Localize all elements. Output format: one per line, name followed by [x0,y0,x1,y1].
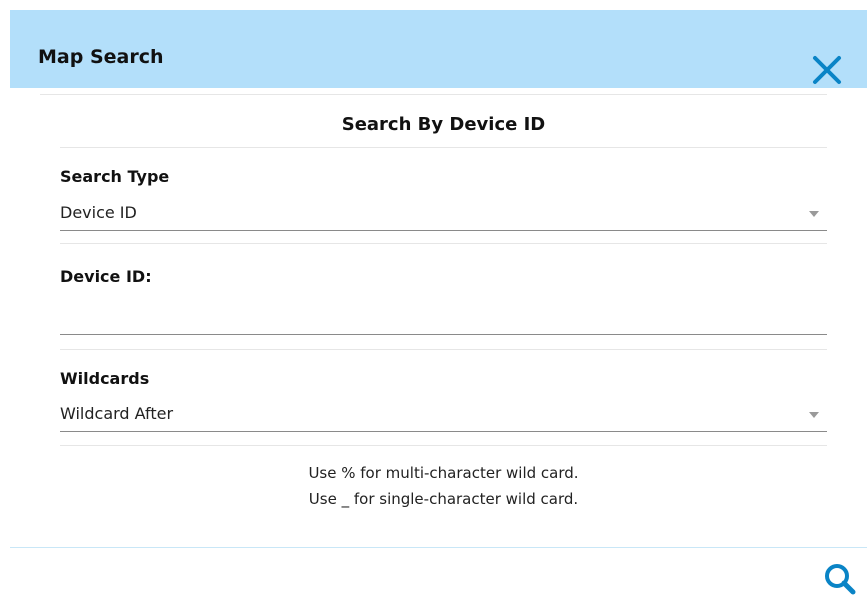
search-button[interactable] [823,562,857,596]
search-type-select[interactable]: Device ID [60,200,827,231]
header-divider [40,94,827,95]
wildcards-value: Wildcard After [60,404,174,423]
field-divider [60,445,827,446]
footer-divider [10,547,867,548]
wildcards-select[interactable]: Wildcard After [60,401,827,432]
chevron-down-icon [809,211,819,217]
help-text-multi: Use % for multi-character wild card. [308,464,579,482]
search-icon [825,564,856,595]
field-divider [60,349,827,350]
field-divider [60,243,827,244]
close-button[interactable] [807,50,847,90]
device-id-input[interactable] [60,300,827,335]
help-text-single: Use _ for single-character wild card. [308,490,579,508]
section-title: Search By Device ID [341,114,546,135]
section-divider [60,147,827,148]
search-type-label: Search Type [60,167,170,186]
wildcards-label: Wildcards [60,369,150,388]
chevron-down-icon [809,412,819,418]
close-icon [813,56,841,84]
dialog-title: Map Search [38,46,164,68]
dialog-header: Map Search [10,10,867,88]
device-id-label: Device ID: [60,267,152,286]
search-type-value: Device ID [60,203,137,222]
